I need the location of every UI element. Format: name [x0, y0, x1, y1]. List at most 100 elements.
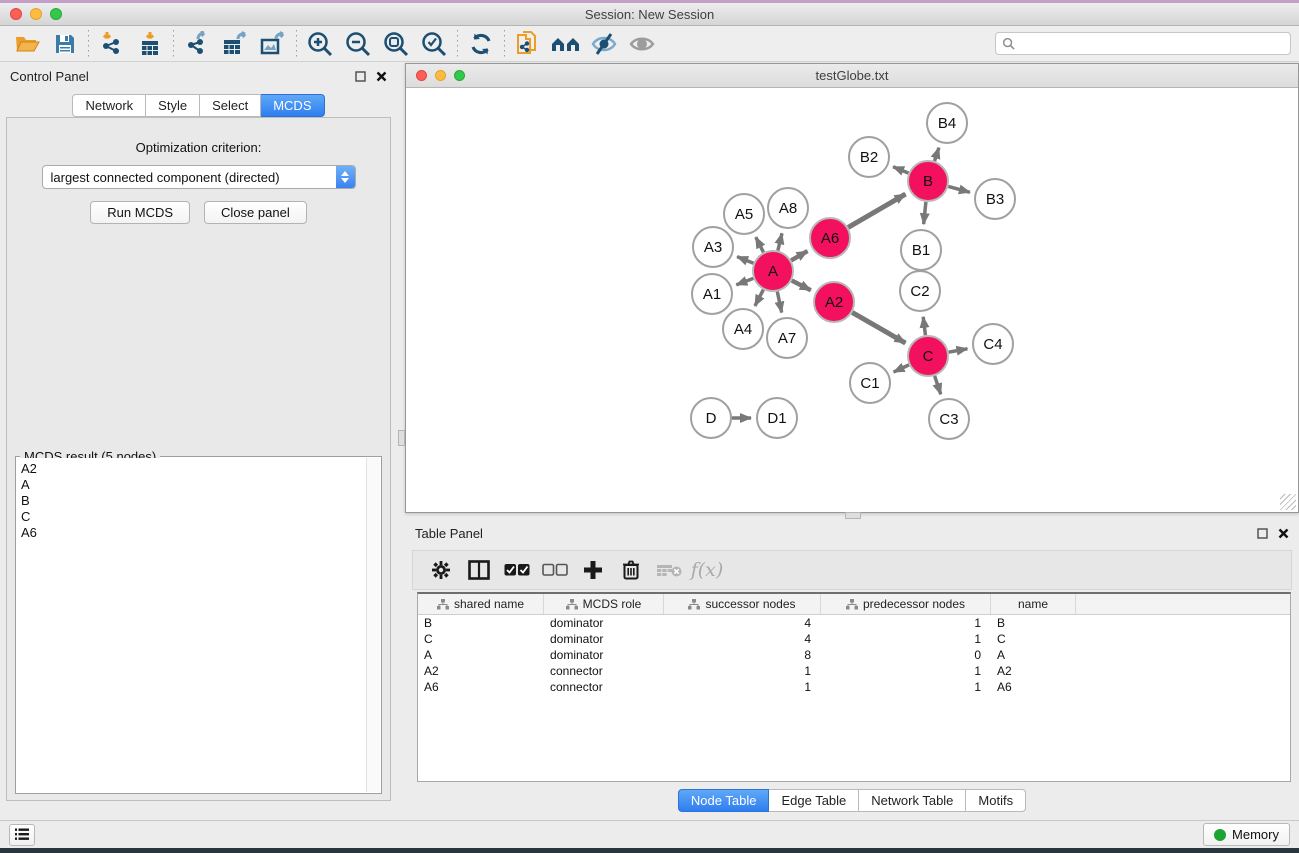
- open-file-icon[interactable]: [8, 29, 46, 59]
- edge-A6-B[interactable]: [848, 194, 905, 227]
- graph-node-A4[interactable]: A4: [723, 309, 763, 349]
- table-cell[interactable]: C: [991, 631, 1076, 647]
- search-field[interactable]: [995, 32, 1291, 55]
- tab-edge-table[interactable]: Edge Table: [769, 789, 859, 812]
- save-session-icon[interactable]: [46, 29, 84, 59]
- edge-C-C1[interactable]: [894, 365, 909, 372]
- export-network-icon[interactable]: [178, 29, 216, 59]
- mcds-result-list[interactable]: A2ABCA6: [17, 458, 366, 792]
- edge-B-B4[interactable]: [935, 148, 939, 161]
- show-hide-graphics-icon[interactable]: [547, 29, 585, 59]
- table-cell[interactable]: 1: [821, 679, 991, 695]
- network-maximize-button[interactable]: [454, 70, 465, 81]
- table-cell[interactable]: 8: [664, 647, 821, 663]
- table-cell[interactable]: 1: [821, 663, 991, 679]
- edge-A2-C[interactable]: [852, 312, 905, 343]
- graph-node-C4[interactable]: C4: [973, 324, 1013, 364]
- close-window-button[interactable]: [10, 8, 22, 20]
- table-cell[interactable]: connector: [544, 679, 664, 695]
- settings-gear-icon[interactable]: [425, 555, 457, 585]
- column-view-icon[interactable]: [463, 555, 495, 585]
- table-cell[interactable]: 4: [664, 631, 821, 647]
- edge-C-C2[interactable]: [923, 317, 925, 335]
- tab-mcds[interactable]: MCDS: [261, 94, 324, 117]
- select-all-checkboxes-icon[interactable]: [501, 555, 533, 585]
- tab-network[interactable]: Network: [72, 94, 146, 117]
- split-divider-handle[interactable]: [845, 512, 861, 519]
- delete-column-icon[interactable]: [615, 555, 647, 585]
- graph-node-B2[interactable]: B2: [849, 137, 889, 177]
- mcds-result-item[interactable]: B: [21, 493, 366, 509]
- column-header-name[interactable]: name: [991, 594, 1076, 614]
- main-titlebar[interactable]: Session: New Session: [0, 3, 1299, 26]
- edge-B-B1[interactable]: [924, 202, 926, 224]
- graph-node-A3[interactable]: A3: [693, 227, 733, 267]
- close-panel-icon[interactable]: [1278, 528, 1289, 539]
- table-cell[interactable]: C: [418, 631, 544, 647]
- table-cell[interactable]: 1: [664, 663, 821, 679]
- memory-button[interactable]: Memory: [1203, 823, 1290, 846]
- edge-B-B3[interactable]: [948, 186, 970, 192]
- table-row[interactable]: A2connector11A2: [418, 663, 1290, 679]
- graph-node-A5[interactable]: A5: [724, 194, 764, 234]
- network-canvas[interactable]: AA1A2A3A4A5A6A7A8BB1B2B3B4CC1C2C3C4DD1: [406, 89, 1298, 512]
- table-cell[interactable]: 4: [664, 615, 821, 631]
- zoom-out-icon[interactable]: [339, 29, 377, 59]
- tab-style[interactable]: Style: [146, 94, 200, 117]
- edge-A-A1[interactable]: [736, 278, 753, 284]
- tab-select[interactable]: Select: [200, 94, 261, 117]
- task-history-button[interactable]: [9, 824, 35, 846]
- refresh-icon[interactable]: [462, 29, 500, 59]
- table-row[interactable]: A6connector11A6: [418, 679, 1290, 695]
- graph-node-A2[interactable]: A2: [814, 282, 854, 322]
- window-resize-grip[interactable]: [1280, 494, 1296, 510]
- graph-node-C3[interactable]: C3: [929, 399, 969, 439]
- tab-network-table[interactable]: Network Table: [859, 789, 966, 812]
- show-all-icon[interactable]: [623, 29, 661, 59]
- table-cell[interactable]: 1: [821, 631, 991, 647]
- edge-A-A5[interactable]: [756, 237, 764, 252]
- edge-A-A2[interactable]: [792, 281, 811, 291]
- function-builder-icon[interactable]: f(x): [691, 555, 723, 585]
- graph-node-D1[interactable]: D1: [757, 398, 797, 438]
- table-cell[interactable]: A2: [418, 663, 544, 679]
- graph-node-A[interactable]: A: [753, 251, 793, 291]
- mcds-result-item[interactable]: A: [21, 477, 366, 493]
- network-graph[interactable]: AA1A2A3A4A5A6A7A8BB1B2B3B4CC1C2C3C4DD1: [406, 89, 1298, 512]
- graph-node-C1[interactable]: C1: [850, 363, 890, 403]
- edge-A-A7[interactable]: [777, 292, 781, 313]
- table-cell[interactable]: A: [418, 647, 544, 663]
- search-input[interactable]: [1019, 37, 1284, 51]
- table-cell[interactable]: A2: [991, 663, 1076, 679]
- close-panel-button[interactable]: Close panel: [204, 201, 307, 224]
- split-divider-handle[interactable]: [398, 430, 405, 446]
- table-cell[interactable]: A6: [991, 679, 1076, 695]
- node-table[interactable]: shared nameMCDS rolesuccessor nodesprede…: [417, 592, 1291, 782]
- table-cell[interactable]: 0: [821, 647, 991, 663]
- network-minimize-button[interactable]: [435, 70, 446, 81]
- delete-table-icon[interactable]: [653, 555, 685, 585]
- table-cell[interactable]: connector: [544, 663, 664, 679]
- graph-node-B1[interactable]: B1: [901, 230, 941, 270]
- mcds-result-item[interactable]: A2: [21, 461, 366, 477]
- table-cell[interactable]: dominator: [544, 631, 664, 647]
- table-cell[interactable]: 1: [664, 679, 821, 695]
- float-panel-icon[interactable]: [355, 71, 366, 82]
- graph-node-A7[interactable]: A7: [767, 318, 807, 358]
- table-cell[interactable]: A: [991, 647, 1076, 663]
- column-header-shared-name[interactable]: shared name: [418, 594, 544, 614]
- graph-node-A1[interactable]: A1: [692, 274, 732, 314]
- table-cell[interactable]: dominator: [544, 615, 664, 631]
- edge-C-C3[interactable]: [935, 376, 941, 394]
- mcds-result-item[interactable]: C: [21, 509, 366, 525]
- optimization-criterion-dropdown[interactable]: largest connected component (directed): [42, 165, 356, 189]
- graph-node-B[interactable]: B: [908, 161, 948, 201]
- import-table-icon[interactable]: [131, 29, 169, 59]
- hide-selected-icon[interactable]: [585, 29, 623, 59]
- graph-node-C2[interactable]: C2: [900, 271, 940, 311]
- deselect-all-checkboxes-icon[interactable]: [539, 555, 571, 585]
- zoom-selected-icon[interactable]: [415, 29, 453, 59]
- zoom-in-icon[interactable]: [301, 29, 339, 59]
- edge-B-B2[interactable]: [893, 167, 908, 173]
- edge-A-A8[interactable]: [778, 233, 782, 250]
